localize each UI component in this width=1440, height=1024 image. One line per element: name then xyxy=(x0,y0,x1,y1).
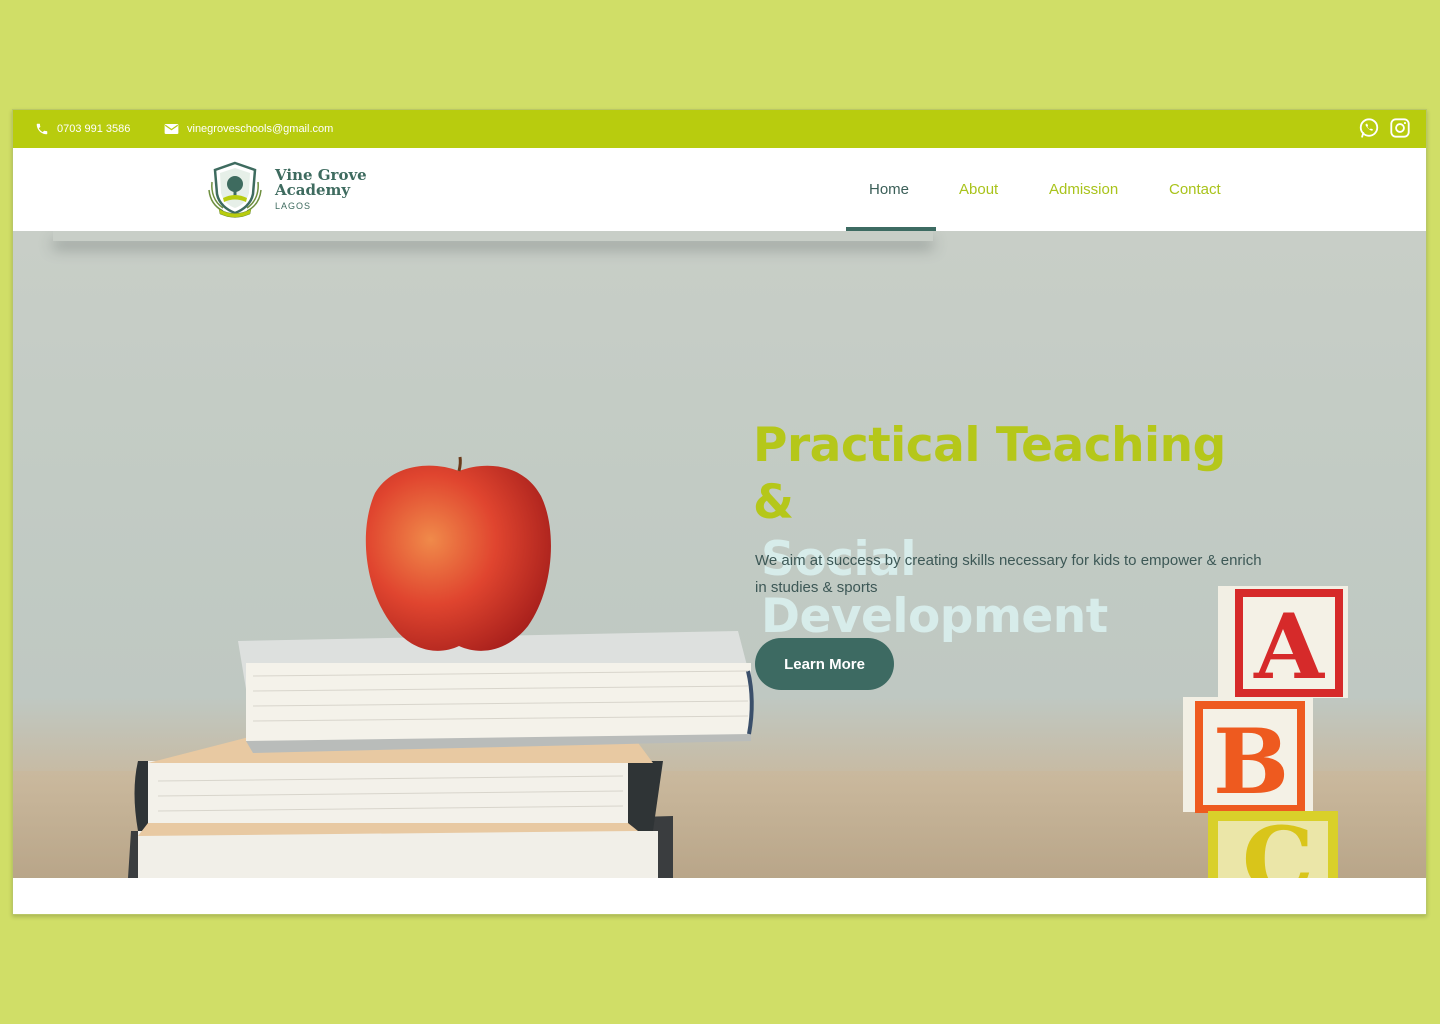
brand-location: LAGOS xyxy=(275,201,312,211)
instagram-icon[interactable] xyxy=(1389,117,1411,139)
email-contact[interactable]: vinegroveschools@gmail.com xyxy=(164,110,333,148)
phone-icon xyxy=(36,123,48,135)
block-a: A xyxy=(1253,594,1325,700)
hero-title: Practical Teaching & Social Development xyxy=(753,417,1253,645)
browser-viewport: 0703 991 3586 vinegroveschools@gmail.com xyxy=(12,109,1427,915)
phone-number: 0703 991 3586 xyxy=(57,123,131,135)
hero-subtitle: We aim at success by creating skills nec… xyxy=(755,552,1262,596)
hero-banner: A B C Practical Teaching & Social Develo… xyxy=(13,231,1426,878)
nav-home[interactable]: Home xyxy=(869,148,909,231)
contact-topbar: 0703 991 3586 vinegroveschools@gmail.com xyxy=(13,110,1426,148)
hero-title-line1: Practical Teaching & xyxy=(753,418,1226,530)
email-address: vinegroveschools@gmail.com xyxy=(187,123,334,135)
main-navbar: Vine Grove Academy LAGOS Home About Admi… xyxy=(13,148,1426,231)
navbar-shadow xyxy=(53,231,933,241)
nav-about[interactable]: About xyxy=(959,148,998,231)
nav-contact[interactable]: Contact xyxy=(1169,148,1221,231)
brand-wordmark[interactable]: Vine Grove Academy LAGOS xyxy=(275,168,367,212)
block-c: C xyxy=(1242,807,1314,878)
whatsapp-icon[interactable] xyxy=(1358,117,1380,139)
active-nav-indicator xyxy=(846,227,936,231)
envelope-icon xyxy=(164,124,179,134)
brand-name-line2: Academy xyxy=(275,181,351,199)
phone-contact[interactable]: 0703 991 3586 xyxy=(35,110,130,148)
block-b: B xyxy=(1213,709,1289,815)
page-content-start xyxy=(13,878,1426,914)
nav-admission[interactable]: Admission xyxy=(1049,148,1118,231)
learn-more-button[interactable]: Learn More xyxy=(755,638,894,690)
